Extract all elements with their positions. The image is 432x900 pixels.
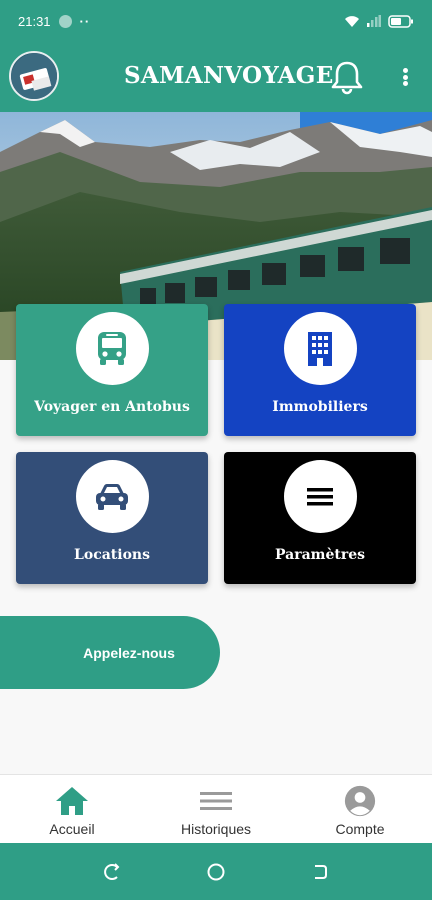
battery-icon bbox=[388, 14, 413, 28]
account-icon bbox=[344, 785, 376, 817]
back-icon[interactable] bbox=[310, 862, 330, 882]
status-time: 21:31 bbox=[18, 13, 51, 29]
system-nav-bar bbox=[0, 843, 432, 900]
status-bar: 21:31 ·· bbox=[0, 0, 432, 42]
tile-parametres[interactable]: Paramètres bbox=[224, 452, 416, 584]
nav-item-compte[interactable]: Compte bbox=[288, 775, 432, 843]
nav-label: Accueil bbox=[49, 821, 95, 837]
bottom-nav: Accueil Historiques Compte bbox=[0, 774, 432, 843]
signal-icon bbox=[367, 15, 381, 27]
more-vert-icon[interactable] bbox=[395, 62, 415, 92]
menu-lines-icon bbox=[307, 487, 333, 505]
nav-item-accueil[interactable]: Accueil bbox=[0, 775, 144, 843]
home-button-icon[interactable] bbox=[206, 862, 226, 882]
wifi-icon bbox=[345, 15, 359, 27]
tile-immobiliers[interactable]: Immobiliers bbox=[224, 304, 416, 436]
tile-label: Voyager en Antobus bbox=[34, 399, 190, 415]
tile-label: Paramètres bbox=[274, 547, 366, 563]
app-logo[interactable] bbox=[9, 51, 59, 101]
status-dots: ·· bbox=[79, 13, 91, 29]
tile-voyager-autobus[interactable]: Voyager en Antobus bbox=[16, 304, 208, 436]
app-bar: SAMANVOYAGE bbox=[0, 42, 432, 112]
tile-icon-circle bbox=[75, 312, 149, 385]
nav-label: Historiques bbox=[180, 821, 252, 837]
list-icon bbox=[200, 792, 232, 810]
app-status-icon bbox=[58, 14, 72, 28]
tile-icon-circle bbox=[283, 312, 357, 385]
bus-icon bbox=[98, 331, 126, 365]
bell-icon[interactable] bbox=[329, 59, 365, 95]
tile-label: Immobiliers bbox=[272, 399, 368, 415]
app-title: SAMANVOYAGE bbox=[124, 62, 334, 89]
tile-icon-circle bbox=[75, 460, 149, 533]
nav-item-historiques[interactable]: Historiques bbox=[144, 775, 288, 843]
building-icon bbox=[308, 331, 332, 366]
nav-label: Compte bbox=[335, 821, 385, 837]
car-icon bbox=[96, 483, 128, 510]
tile-label: Locations bbox=[74, 547, 150, 563]
tile-icon-circle bbox=[283, 460, 357, 533]
call-us-button[interactable]: Appelez-nous bbox=[0, 616, 220, 689]
tile-locations[interactable]: Locations bbox=[16, 452, 208, 584]
home-icon bbox=[56, 787, 88, 815]
recents-icon[interactable] bbox=[102, 862, 122, 882]
